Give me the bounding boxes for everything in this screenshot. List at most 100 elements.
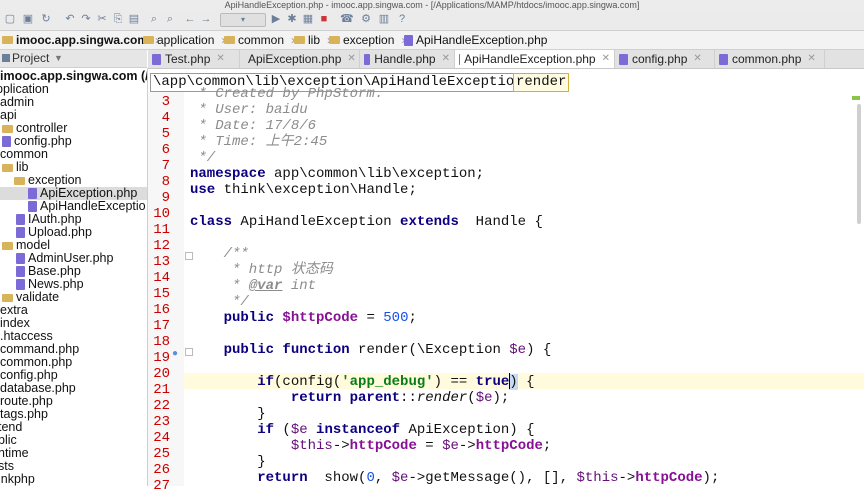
cut-icon[interactable]: ✂	[96, 13, 108, 25]
code-line[interactable]: * User: baidu	[190, 102, 307, 118]
code-line[interactable]: return parent::render($e);	[190, 390, 510, 406]
tab-handle-php[interactable]: Handle.php ✕	[360, 50, 455, 68]
replace-icon[interactable]: ⌕	[164, 13, 176, 25]
close-icon[interactable]: ✕	[442, 50, 450, 68]
help-icon[interactable]: ?	[396, 13, 408, 25]
editor-tabs: Test.php ✕ ApiException.php ✕ Handle.php…	[148, 50, 864, 69]
code-line[interactable]: public $httpCode = 500;	[190, 310, 417, 326]
close-icon[interactable]: ✕	[602, 50, 610, 68]
line-number: 22	[153, 398, 170, 414]
override-gutter-icon[interactable]: ●	[172, 348, 178, 359]
nav-crumb-file[interactable]: ApiHandleException.php	[404, 31, 547, 49]
editor-scrollbar[interactable]	[857, 104, 861, 224]
folder-open-icon[interactable]: ▢	[4, 13, 16, 25]
line-number: 17	[153, 318, 170, 334]
line-number: 9	[161, 190, 170, 206]
inspection-status-icon[interactable]	[852, 96, 860, 100]
sync-icon[interactable]: ↻	[40, 13, 52, 25]
php-file-icon	[16, 227, 25, 238]
tab-apihandleexception-php[interactable]: ApiHandleException.php ✕	[455, 50, 615, 68]
line-number: 15	[153, 286, 170, 302]
line-number: 5	[161, 126, 170, 142]
code-line[interactable]: return show(0, $e->getMessage(), [], $th…	[190, 470, 719, 486]
tab-test-php[interactable]: Test.php ✕	[148, 50, 240, 68]
code-line[interactable]: if(config('app_debug') == true) {	[190, 374, 535, 390]
code-line[interactable]: /**	[190, 246, 249, 262]
tab-common-php[interactable]: common.php ✕	[715, 50, 825, 68]
code-line[interactable]: if ($e instanceof ApiException) {	[190, 422, 534, 438]
settings-icon[interactable]: ⚙	[360, 13, 372, 25]
tree-folder-thinkphp[interactable]: inkphp	[0, 473, 35, 486]
folder-icon	[329, 36, 340, 44]
forward-icon[interactable]: →	[200, 13, 212, 25]
line-number: 6	[161, 142, 170, 158]
close-icon[interactable]: ✕	[216, 50, 224, 68]
project-tree: imooc.app.singwa.com (/Ap pplication adm…	[0, 68, 148, 486]
code-line[interactable]: * Time: 上午2:45	[190, 134, 327, 150]
code-line[interactable]: $this->httpCode = $e->httpCode;	[190, 438, 552, 454]
code-line[interactable]: */	[190, 150, 215, 166]
code-line[interactable]: namespace app\common\lib\exception;	[190, 166, 484, 182]
line-number: 3	[161, 94, 170, 110]
debug-icon[interactable]: ✱	[286, 13, 298, 25]
tab-config-php[interactable]: config.php ✕	[615, 50, 715, 68]
code-line[interactable]: class ApiHandleException extends Handle …	[190, 214, 543, 230]
tab-apiexception-php[interactable]: ApiException.php ✕	[240, 50, 360, 68]
close-icon[interactable]: ✕	[347, 50, 355, 68]
tree-folder-api[interactable]: api	[0, 109, 17, 122]
line-number: 12	[153, 238, 170, 254]
code-line[interactable]: public function render(\Exception $e) {	[190, 342, 552, 358]
save-icon[interactable]: ▣	[22, 13, 34, 25]
php-file-icon	[404, 34, 413, 46]
tree-folder-lib[interactable]: lib	[2, 161, 29, 174]
folder-icon	[143, 36, 154, 44]
code-line[interactable]: * Created by PhpStorm.	[190, 86, 383, 102]
stop-icon[interactable]: ■	[318, 13, 330, 25]
project-panel-header[interactable]: Project ▼	[0, 50, 147, 68]
code-line[interactable]: * Date: 17/8/6	[190, 118, 316, 134]
code-line[interactable]: */	[190, 294, 249, 310]
php-file-icon	[719, 53, 728, 65]
line-number: 24	[153, 430, 170, 446]
run-config-dropdown[interactable]: ▾	[220, 13, 266, 27]
folder-icon	[224, 36, 235, 44]
line-number: 23	[153, 414, 170, 430]
nav-crumb-lib[interactable]: lib›	[294, 31, 331, 49]
paste-icon[interactable]: ▤	[128, 13, 140, 25]
close-icon[interactable]: ✕	[693, 50, 701, 68]
line-number: 25	[153, 446, 170, 462]
code-line[interactable]: }	[190, 406, 265, 422]
php-file-icon	[152, 53, 161, 65]
code-line[interactable]: }	[190, 454, 265, 470]
nav-crumb-application[interactable]: application›	[143, 31, 225, 49]
editor-breadcrumb-method[interactable]: render	[513, 73, 570, 92]
text-cursor	[509, 373, 510, 389]
chevron-down-icon[interactable]: ▼	[54, 50, 63, 67]
line-number: 13	[153, 254, 170, 270]
redo-icon[interactable]: ↷	[80, 13, 92, 25]
nav-crumb-project[interactable]: imooc.app.singwa.com ›	[2, 31, 159, 49]
back-icon[interactable]: ←	[184, 13, 196, 25]
code-line[interactable]: * @var int	[190, 278, 316, 294]
code-line[interactable]: use think\exception\Handle;	[190, 182, 417, 198]
find-icon[interactable]: ⌕	[148, 13, 160, 25]
nav-crumb-common[interactable]: common›	[224, 31, 295, 49]
project-structure-icon[interactable]: ▥	[378, 13, 390, 25]
line-number: 4	[161, 110, 170, 126]
copy-icon[interactable]: ⎘	[112, 13, 124, 25]
listen-debug-icon[interactable]: ☎	[340, 13, 354, 25]
line-number: 27	[153, 478, 170, 494]
folder-icon	[2, 124, 13, 133]
php-file-icon	[459, 53, 461, 65]
line-number: 20	[153, 366, 170, 382]
navigation-bar: imooc.app.singwa.com› application› commo…	[0, 31, 864, 50]
undo-icon[interactable]: ↶	[64, 13, 76, 25]
coverage-icon[interactable]: ▦	[302, 13, 314, 25]
code-line[interactable]: * http 状态码	[190, 262, 333, 278]
folder-icon	[2, 36, 13, 44]
nav-crumb-exception[interactable]: exception›	[329, 31, 405, 49]
close-icon[interactable]: ✕	[807, 50, 815, 68]
php-file-icon	[28, 201, 37, 212]
run-icon[interactable]: ▶	[270, 13, 282, 25]
php-file-icon	[16, 214, 25, 225]
